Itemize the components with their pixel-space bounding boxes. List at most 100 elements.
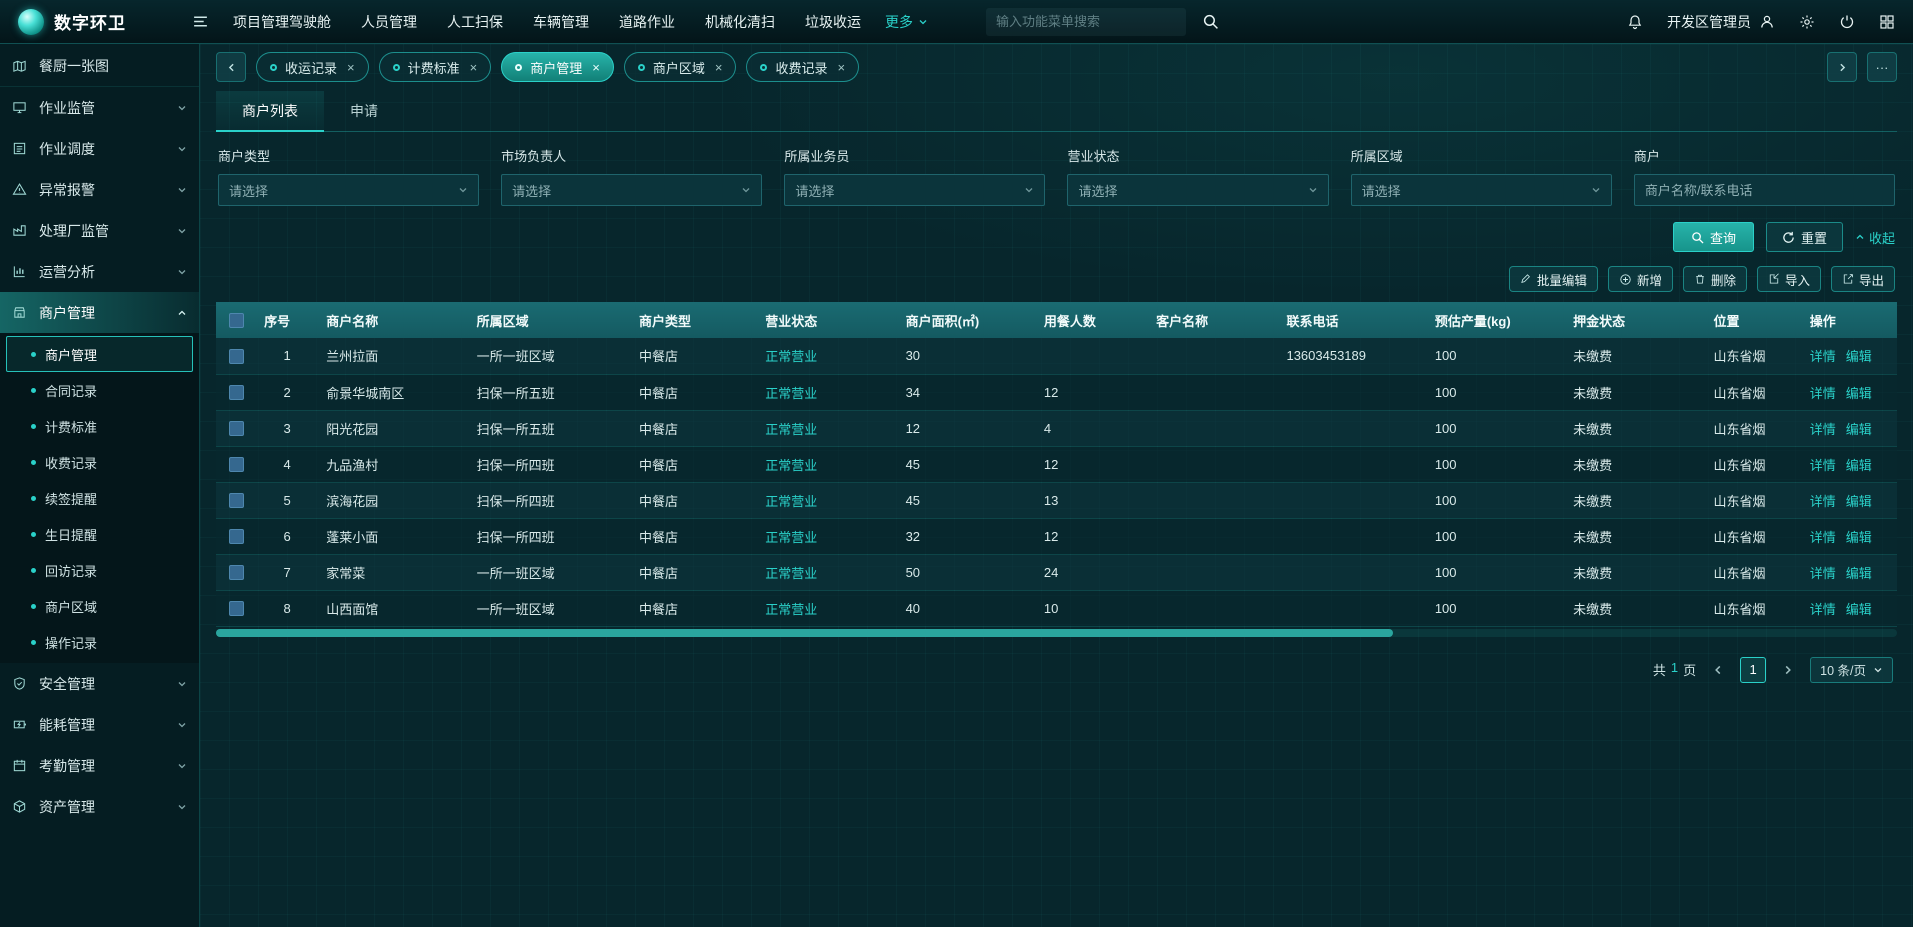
sidebar-item[interactable]: 异常报警 <box>0 169 199 210</box>
filter-select[interactable]: 请选择 <box>218 174 479 206</box>
sidebar-item[interactable]: 资产管理 <box>0 786 199 827</box>
sidebar-item[interactable]: 作业监管 <box>0 87 199 128</box>
sidebar-subitem[interactable]: 商户管理 <box>6 336 193 372</box>
sidebar-item[interactable]: 处理厂监管 <box>0 210 199 251</box>
merchant-search-input[interactable] <box>1634 174 1895 206</box>
nav-more-menu[interactable]: 更多 <box>885 12 928 32</box>
tabs-scroll-left-button[interactable] <box>216 52 246 82</box>
open-tab[interactable]: 计费标准× <box>379 52 492 82</box>
sidebar-subitem[interactable]: 回访记录 <box>6 552 193 588</box>
user-menu[interactable]: 开发区管理员 <box>1667 12 1775 32</box>
sidebar-subitem[interactable]: 操作记录 <box>6 624 193 660</box>
close-icon[interactable]: × <box>592 60 600 75</box>
detail-link[interactable]: 详情 <box>1810 422 1836 437</box>
tab-apply[interactable]: 申请 <box>324 91 404 131</box>
detail-link[interactable]: 详情 <box>1810 602 1836 617</box>
apps-grid-icon[interactable] <box>1879 14 1895 30</box>
cell-deposit: 未缴费 <box>1565 338 1705 374</box>
sidebar-item[interactable]: 能耗管理 <box>0 704 199 745</box>
row-checkbox[interactable] <box>229 529 244 544</box>
power-icon[interactable] <box>1839 14 1855 30</box>
action-pencil-button[interactable]: 批量编辑 <box>1509 266 1598 292</box>
menu-search-input[interactable] <box>986 8 1186 36</box>
prev-page-button[interactable] <box>1712 664 1724 676</box>
sidebar-subitem[interactable]: 收费记录 <box>6 444 193 480</box>
sidebar-subitem[interactable]: 合同记录 <box>6 372 193 408</box>
horizontal-scrollbar[interactable] <box>216 629 1897 637</box>
topnav-item[interactable]: 人员管理 <box>361 12 417 32</box>
topnav-item[interactable]: 人工扫保 <box>447 12 503 32</box>
sidebar-item[interactable]: 餐厨一张图 <box>0 46 199 87</box>
row-checkbox[interactable] <box>229 601 244 616</box>
open-tab[interactable]: 商户区域× <box>624 52 737 82</box>
detail-link[interactable]: 详情 <box>1810 530 1836 545</box>
edit-link[interactable]: 编辑 <box>1846 349 1872 364</box>
edit-link[interactable]: 编辑 <box>1846 602 1872 617</box>
tab-merchant-list[interactable]: 商户列表 <box>216 91 324 131</box>
edit-link[interactable]: 编辑 <box>1846 458 1872 473</box>
edit-link[interactable]: 编辑 <box>1846 386 1872 401</box>
close-icon[interactable]: × <box>837 60 845 75</box>
sidebar-item[interactable]: 安全管理 <box>0 663 199 704</box>
filter-select[interactable]: 请选择 <box>784 174 1045 206</box>
close-icon[interactable]: × <box>715 60 723 75</box>
row-checkbox[interactable] <box>229 457 244 472</box>
topnav-item[interactable]: 道路作业 <box>619 12 675 32</box>
hamburger-menu-icon[interactable] <box>192 13 209 30</box>
sidebar-subitem[interactable]: 计费标准 <box>6 408 193 444</box>
action-export-button[interactable]: 导出 <box>1831 266 1895 292</box>
page-size-select[interactable]: 10 条/页 <box>1810 657 1893 683</box>
sidebar-item[interactable]: 运营分析 <box>0 251 199 292</box>
cell-actions: 详情编辑 <box>1802 446 1897 482</box>
detail-link[interactable]: 详情 <box>1810 458 1836 473</box>
search-button[interactable]: 查询 <box>1673 222 1754 252</box>
row-checkbox[interactable] <box>229 385 244 400</box>
sidebar-item[interactable]: 考勤管理 <box>0 745 199 786</box>
topnav-item[interactable]: 车辆管理 <box>533 12 589 32</box>
action-plus-button[interactable]: 新增 <box>1608 266 1673 292</box>
row-checkbox[interactable] <box>229 565 244 580</box>
edit-link[interactable]: 编辑 <box>1846 422 1872 437</box>
sidebar-subitem[interactable]: 商户区域 <box>6 588 193 624</box>
cell-size: 50 <box>898 554 1036 590</box>
topnav-item[interactable]: 项目管理驾驶舱 <box>233 12 331 32</box>
sidebar-item[interactable]: 商户管理 <box>0 292 199 333</box>
gear-icon[interactable] <box>1799 14 1815 30</box>
filter-select[interactable]: 请选择 <box>1351 174 1612 206</box>
sidebar-item[interactable]: 作业调度 <box>0 128 199 169</box>
row-checkbox[interactable] <box>229 421 244 436</box>
scrollbar-thumb[interactable] <box>216 629 1393 637</box>
open-tab[interactable]: 收费记录× <box>746 52 859 82</box>
topnav-item[interactable]: 机械化清扫 <box>705 12 775 32</box>
detail-link[interactable]: 详情 <box>1810 386 1836 401</box>
select-all-checkbox[interactable] <box>229 313 244 328</box>
collapse-filters-link[interactable]: 收起 <box>1855 228 1895 247</box>
row-checkbox[interactable] <box>229 493 244 508</box>
action-trash-button[interactable]: 删除 <box>1683 266 1747 292</box>
search-icon[interactable] <box>1202 13 1219 30</box>
close-icon[interactable]: × <box>347 60 355 75</box>
edit-link[interactable]: 编辑 <box>1846 566 1872 581</box>
open-tab[interactable]: 收运记录× <box>256 52 369 82</box>
bell-icon[interactable] <box>1627 14 1643 30</box>
topnav-item[interactable]: 垃圾收运 <box>805 12 861 32</box>
reset-button[interactable]: 重置 <box>1766 222 1843 252</box>
close-icon[interactable]: × <box>470 60 478 75</box>
edit-link[interactable]: 编辑 <box>1846 494 1872 509</box>
detail-link[interactable]: 详情 <box>1810 566 1836 581</box>
sidebar-subitem[interactable]: 续签提醒 <box>6 480 193 516</box>
open-tab[interactable]: 商户管理× <box>501 52 614 82</box>
sidebar-subitem[interactable]: 生日提醒 <box>6 516 193 552</box>
tabs-more-button[interactable]: ··· <box>1867 52 1897 82</box>
detail-link[interactable]: 详情 <box>1810 494 1836 509</box>
filter-select[interactable]: 请选择 <box>1067 174 1328 206</box>
next-page-button[interactable] <box>1782 664 1794 676</box>
detail-link[interactable]: 详情 <box>1810 349 1836 364</box>
column-header: 操作 <box>1802 302 1897 338</box>
tabs-scroll-right-button[interactable] <box>1827 52 1857 82</box>
filter-select[interactable]: 请选择 <box>501 174 762 206</box>
row-checkbox[interactable] <box>229 349 244 364</box>
edit-link[interactable]: 编辑 <box>1846 530 1872 545</box>
page-number-button[interactable]: 1 <box>1740 657 1766 683</box>
action-import-button[interactable]: 导入 <box>1757 266 1821 292</box>
